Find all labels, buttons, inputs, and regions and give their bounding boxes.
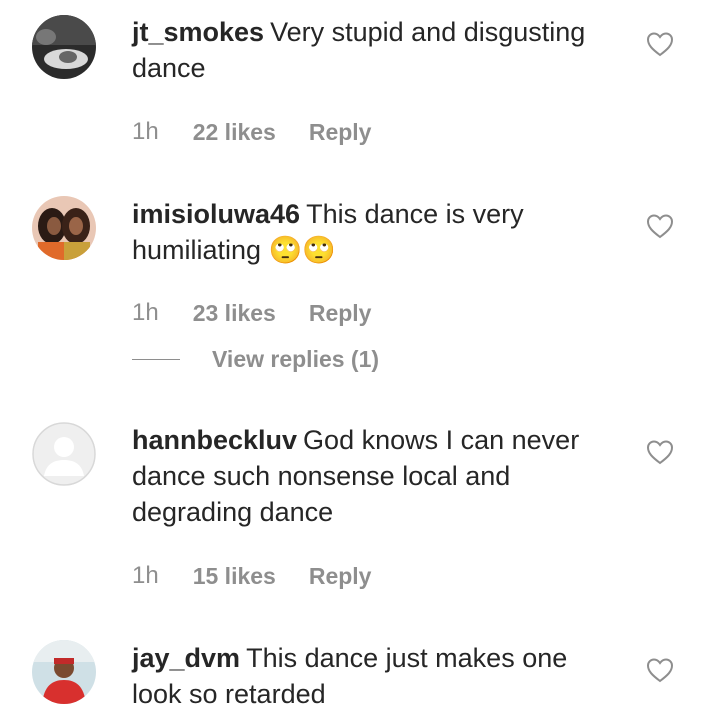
comment-time: 1h — [132, 118, 159, 145]
comment-body: imisioluwa46 This dance is very humiliati… — [132, 196, 612, 268]
comment-body: jt_smokes Very stupid and disgusting danc… — [132, 14, 612, 86]
default-user-icon[interactable] — [32, 422, 96, 486]
reply-button[interactable]: Reply — [309, 563, 372, 590]
comment-username[interactable]: imisioluwa46 — [132, 199, 300, 229]
heart-outline-icon[interactable] — [646, 439, 674, 465]
heart-outline-icon[interactable] — [646, 31, 674, 57]
comment-username[interactable]: jay_dvm — [132, 643, 240, 673]
comment-likes[interactable]: 23 likes — [193, 300, 276, 327]
comment-body: hannbeckluv God knows I can never dance s… — [132, 422, 612, 530]
comment-likes[interactable]: 22 likes — [193, 119, 276, 146]
view-replies[interactable]: View replies (1) — [132, 344, 379, 374]
comment-username[interactable]: hannbeckluv — [132, 425, 297, 455]
comment-username[interactable]: jt_smokes — [132, 17, 264, 47]
comment-body: jay_dvm This dance just makes one look so… — [132, 640, 612, 712]
comment-time: 1h — [132, 299, 159, 326]
heart-outline-icon[interactable] — [646, 213, 674, 239]
comment-meta: 1h 23 likes Reply — [132, 298, 371, 328]
comment-meta: 1h 22 likes Reply — [132, 117, 371, 147]
reply-button[interactable]: Reply — [309, 300, 372, 327]
comment-likes[interactable]: 15 likes — [193, 563, 276, 590]
heart-outline-icon[interactable] — [646, 657, 674, 683]
view-replies-divider — [132, 358, 180, 360]
avatar[interactable] — [32, 15, 96, 79]
comment-time: 1h — [132, 562, 159, 589]
avatar[interactable] — [32, 196, 96, 260]
comment-meta: 1h 15 likes Reply — [132, 561, 371, 591]
view-replies-button[interactable]: View replies (1) — [212, 346, 379, 373]
avatar[interactable] — [32, 640, 96, 704]
reply-button[interactable]: Reply — [309, 119, 372, 146]
